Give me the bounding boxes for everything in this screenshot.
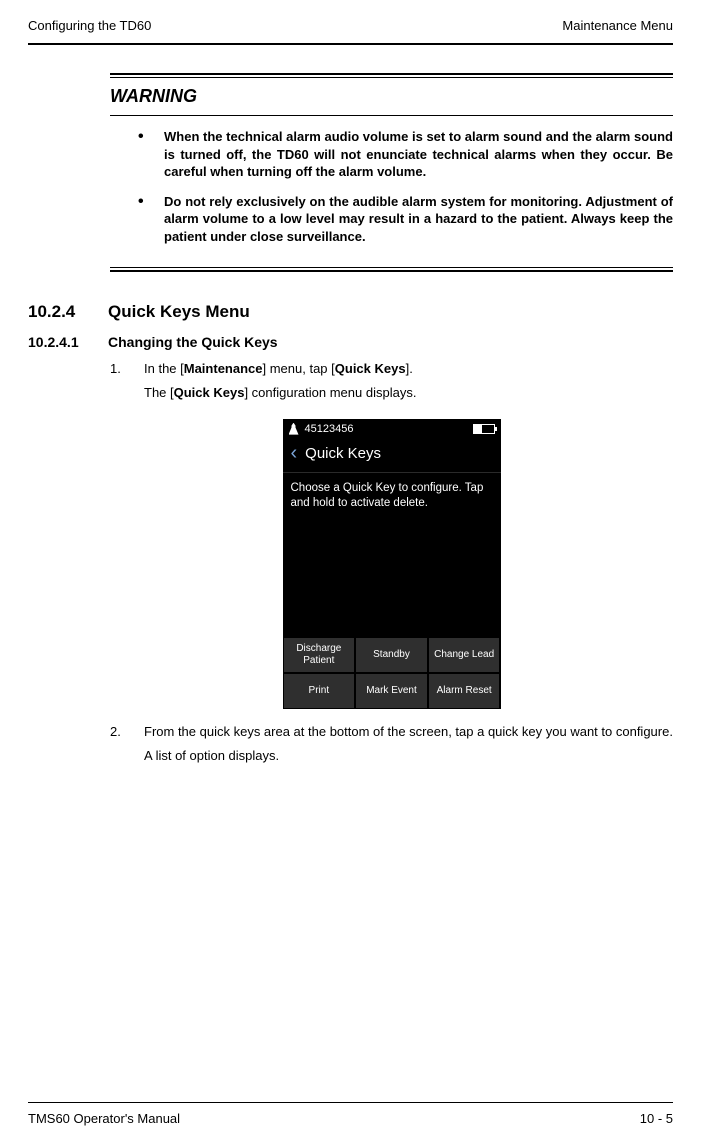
- quick-key-standby[interactable]: Standby: [355, 637, 428, 673]
- quick-key-alarm-reset[interactable]: Alarm Reset: [428, 673, 501, 709]
- step-1-bold-2b: Quick Keys: [174, 385, 245, 400]
- step-1-text-e: ].: [406, 361, 413, 376]
- step-1-text-2c: ] configuration menu displays.: [244, 385, 416, 400]
- battery-icon: [473, 424, 495, 434]
- step-1-text-c: ] menu, tap [: [263, 361, 335, 376]
- step-1-line-2: The [Quick Keys] configuration menu disp…: [144, 384, 673, 402]
- footer-right: 10 - 5: [640, 1111, 673, 1126]
- header-right: Maintenance Menu: [562, 18, 673, 33]
- step-1-text-2a: The [: [144, 385, 174, 400]
- quick-key-discharge-patient[interactable]: Discharge Patient: [283, 637, 356, 673]
- section-number: 10.2.4: [28, 302, 90, 322]
- step-1-bold-b: Maintenance: [184, 361, 263, 376]
- device-id: 45123456: [305, 423, 354, 435]
- warning-rule-bottom-thin: [110, 267, 673, 268]
- footer-left: TMS60 Operator's Manual: [28, 1111, 180, 1126]
- quick-key-mark-event[interactable]: Mark Event: [355, 673, 428, 709]
- device-title-bar[interactable]: ‹ Quick Keys: [283, 439, 501, 473]
- device-instruction: Choose a Quick Key to configure. Tap and…: [283, 473, 501, 512]
- step-1-text-a: In the [: [144, 361, 184, 376]
- quick-key-print[interactable]: Print: [283, 673, 356, 709]
- step-2-body: From the quick keys area at the bottom o…: [144, 723, 673, 771]
- warning-block: WARNING When the technical alarm audio v…: [110, 73, 673, 272]
- step-1-line-1: In the [Maintenance] menu, tap [Quick Ke…: [144, 360, 673, 378]
- warning-rule-bottom-thick: [110, 270, 673, 272]
- header-rule: [28, 43, 673, 45]
- warning-item-2: Do not rely exclusively on the audible a…: [138, 193, 673, 246]
- step-1-body: In the [Maintenance] menu, tap [Quick Ke…: [144, 360, 673, 408]
- warning-item-1: When the technical alarm audio volume is…: [138, 128, 673, 181]
- section-heading: 10.2.4 Quick Keys Menu: [28, 302, 673, 322]
- subsection-number: 10.2.4.1: [28, 334, 90, 350]
- device-status-bar: 45123456: [283, 419, 501, 439]
- step-2-number: 2.: [110, 723, 124, 771]
- subsection-title: Changing the Quick Keys: [108, 334, 278, 350]
- step-1-number: 1.: [110, 360, 124, 408]
- quick-key-change-lead[interactable]: Change Lead: [428, 637, 501, 673]
- step-2-line-1: From the quick keys area at the bottom o…: [144, 723, 673, 741]
- device-screen: 45123456 ‹ Quick Keys Choose a Quick Key…: [283, 419, 501, 709]
- header-left: Configuring the TD60: [28, 18, 151, 33]
- battery-fill: [474, 425, 482, 433]
- warning-list: When the technical alarm audio volume is…: [110, 116, 673, 261]
- device-screenshot: 45123456 ‹ Quick Keys Choose a Quick Key…: [110, 419, 673, 709]
- patient-icon: [289, 423, 299, 435]
- section-title: Quick Keys Menu: [108, 302, 250, 322]
- step-2-line-2: A list of option displays.: [144, 747, 673, 765]
- back-chevron-icon[interactable]: ‹: [291, 447, 298, 459]
- warning-rule-top: [110, 73, 673, 75]
- steps-list: 1. In the [Maintenance] menu, tap [Quick…: [110, 360, 673, 771]
- step-1-bold-d: Quick Keys: [335, 361, 406, 376]
- page-header: Configuring the TD60 Maintenance Menu: [28, 18, 673, 33]
- subsection-heading: 10.2.4.1 Changing the Quick Keys: [28, 334, 673, 350]
- page-footer: TMS60 Operator's Manual 10 - 5: [28, 1102, 673, 1126]
- warning-title: WARNING: [110, 78, 673, 115]
- step-1: 1. In the [Maintenance] menu, tap [Quick…: [110, 360, 673, 408]
- step-2: 2. From the quick keys area at the botto…: [110, 723, 673, 771]
- device-quick-keys-grid: Discharge Patient Standby Change Lead Pr…: [283, 637, 501, 709]
- device-screen-title: Quick Keys: [305, 445, 381, 462]
